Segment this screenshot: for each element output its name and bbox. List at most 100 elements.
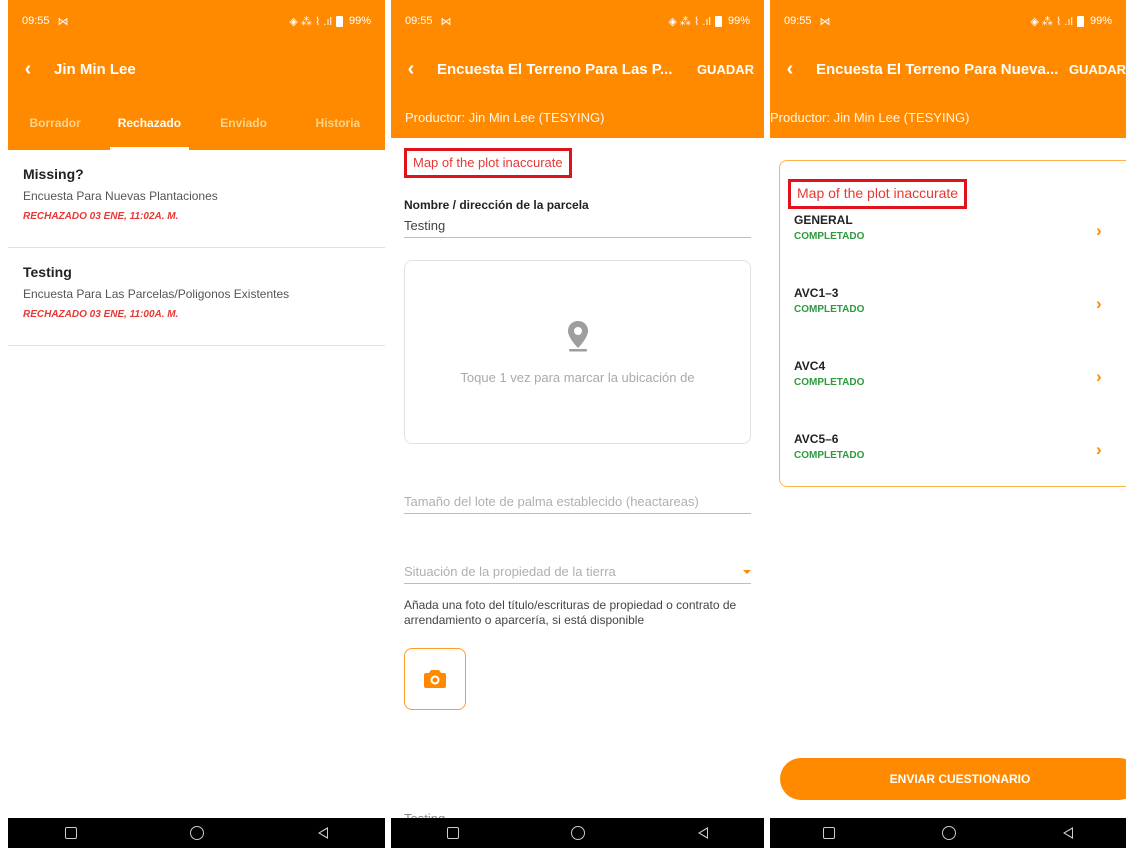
tab-historia[interactable]: Historia [291, 96, 385, 150]
chevron-left-icon: ‹ [407, 57, 415, 80]
section-avc4[interactable]: AVC4 COMPLETADO › [786, 359, 1126, 432]
chevron-right-icon: › [1096, 294, 1102, 313]
status-time: 09:55 [784, 15, 812, 27]
plot-form: Map of the plot inaccurate Nombre / dire… [391, 138, 764, 826]
survey-list: Missing? Encuesta Para Nuevas Plantacion… [8, 150, 385, 346]
page-title: Jin Min Lee [54, 60, 136, 78]
status-bar: 09:55 ⋈ ◈ ⁂ ⌇ .ıl 99% [8, 0, 385, 42]
plot-name-input[interactable]: Testing [404, 212, 751, 238]
section-title: AVC4 [794, 359, 826, 373]
notification-icon: ⋈ [57, 15, 69, 28]
camera-icon [424, 670, 446, 688]
section-title: AVC1–3 [794, 286, 839, 300]
battery-level: 99% [1089, 15, 1112, 27]
error-message: Map of the plot inaccurate [797, 185, 959, 201]
app-bar: ‹ Jin Min Lee [8, 42, 385, 96]
map-hint: Toque 1 vez para marcar la ubicación de [460, 369, 695, 385]
status-bar: 09:55 ⋈ ◈ ⁂ ⌇ .ıl 99% [391, 0, 764, 42]
screen-survey-sections: 09:55 ⋈ ◈ ⁂ ⌇ .ıl 99% ‹ Encuesta El Terren… [770, 0, 1126, 848]
system-nav-bar [770, 818, 1126, 848]
list-item[interactable]: Missing? Encuesta Para Nuevas Plantacion… [8, 150, 385, 248]
chevron-right-icon: › [1096, 440, 1102, 459]
battery-level: 99% [348, 15, 371, 27]
back-triangle-icon[interactable] [697, 827, 708, 839]
ownership-placeholder: Situación de la propiedad de la tierra [404, 564, 616, 579]
battery-icon [714, 15, 722, 27]
chevron-right-icon: › [1096, 367, 1102, 386]
sections-card: Map of the plot inaccurate GENERAL COMPL… [779, 160, 1126, 487]
error-message: Map of the plot inaccurate [413, 155, 563, 170]
section-status: COMPLETADO [794, 450, 865, 461]
save-button[interactable]: GUADAR [1059, 62, 1126, 77]
battery-icon [335, 15, 343, 27]
lot-size-placeholder: Tamaño del lote de palma establecido (he… [404, 494, 699, 509]
error-highlight: Map of the plot inaccurate [788, 179, 968, 209]
app-bar: ‹ Encuesta El Terreno Para Nueva... GUAD… [770, 42, 1126, 96]
chevron-left-icon: ‹ [786, 57, 794, 80]
section-avc1-3[interactable]: AVC1–3 COMPLETADO › [786, 286, 1126, 359]
status-time: 09:55 [405, 15, 433, 27]
producer-label: Productor: Jin Min Lee (TESYING) [391, 96, 764, 138]
item-title: Testing [23, 264, 72, 280]
list-item[interactable]: Testing Encuesta Para Las Parcelas/Polig… [8, 248, 385, 346]
back-triangle-icon[interactable] [1062, 827, 1073, 839]
tab-enviado[interactable]: Enviado [197, 96, 291, 150]
section-title: AVC5–6 [794, 432, 839, 446]
system-nav-bar [8, 818, 385, 848]
item-survey: Encuesta Para Las Parcelas/Poligonos Exi… [23, 287, 290, 301]
notification-icon: ⋈ [819, 15, 831, 28]
section-general[interactable]: GENERAL COMPLETADO › [786, 213, 1126, 286]
producer-label: Productor: Jin Min Lee (TESYING) [770, 96, 1126, 138]
system-nav-bar [391, 818, 764, 848]
signal-icons: ◈ ⁂ ⌇ .ıl [289, 15, 332, 28]
status-time: 09:55 [22, 15, 50, 27]
tab-rechazado[interactable]: Rechazado [102, 96, 196, 150]
section-title: GENERAL [794, 213, 853, 227]
home-icon[interactable] [190, 826, 205, 840]
back-button[interactable]: ‹ [770, 42, 810, 96]
location-pin-icon [567, 320, 588, 351]
recents-icon[interactable] [64, 827, 77, 839]
lot-size-input[interactable]: Tamaño del lote de palma establecido (he… [404, 494, 751, 514]
status-bar: 09:55 ⋈ ◈ ⁂ ⌇ .ıl 99% [770, 0, 1126, 42]
chevron-left-icon: ‹ [24, 57, 32, 80]
battery-icon [1076, 15, 1084, 27]
submit-survey-button[interactable]: ENVIAR CUESTIONARIO [780, 758, 1126, 800]
section-status: COMPLETADO [794, 231, 865, 242]
section-status: COMPLETADO [794, 304, 865, 315]
page-title: Encuesta El Terreno Para Las P... [437, 60, 673, 78]
item-status: RECHAZADO 03 ENE, 11:00A. M. [23, 309, 179, 320]
dropdown-caret-icon [743, 569, 751, 574]
page-title: Encuesta El Terreno Para Nueva... [816, 60, 1059, 78]
signal-icons: ◈ ⁂ ⌇ .ıl [668, 15, 711, 28]
recents-icon[interactable] [823, 827, 836, 839]
item-survey: Encuesta Para Nuevas Plantaciones [23, 189, 218, 203]
notification-icon: ⋈ [440, 15, 452, 28]
chevron-right-icon: › [1096, 221, 1102, 240]
camera-button[interactable] [404, 648, 466, 710]
home-icon[interactable] [941, 826, 956, 840]
tab-bar: Borrador Rechazado Enviado Historia [8, 96, 385, 150]
section-avc5-6[interactable]: AVC5–6 COMPLETADO › [786, 432, 1126, 505]
tab-borrador[interactable]: Borrador [8, 96, 102, 150]
home-icon[interactable] [571, 826, 586, 840]
save-button[interactable]: GUADAR [687, 62, 764, 77]
app-bar: ‹ Encuesta El Terreno Para Las P... GUAD… [391, 42, 764, 96]
map-picker[interactable]: Toque 1 vez para marcar la ubicación de [404, 260, 751, 444]
stage: 09:55 ⋈ ◈ ⁂ ⌇ .ıl 99% ‹ Jin Min Lee Borrad… [0, 0, 1126, 848]
battery-level: 99% [727, 15, 750, 27]
back-triangle-icon[interactable] [318, 827, 329, 839]
item-title: Missing? [23, 166, 84, 182]
back-button[interactable]: ‹ [391, 42, 431, 96]
screen-rejected-list: 09:55 ⋈ ◈ ⁂ ⌇ .ıl 99% ‹ Jin Min Lee Borrad… [8, 0, 385, 848]
recents-icon[interactable] [447, 827, 460, 839]
ownership-select[interactable]: Situación de la propiedad de la tierra [404, 564, 751, 584]
plot-name-label: Nombre / dirección de la parcela [404, 198, 589, 212]
screen-plot-form: 09:55 ⋈ ◈ ⁂ ⌇ .ıl 99% ‹ Encuesta El Terren… [391, 0, 764, 848]
photo-description: Añada una foto del título/escrituras de … [404, 598, 737, 627]
section-status: COMPLETADO [794, 377, 865, 388]
error-highlight: Map of the plot inaccurate [404, 148, 572, 178]
item-status: RECHAZADO 03 ENE, 11:02A. M. [23, 211, 179, 222]
signal-icons: ◈ ⁂ ⌇ .ıl [1030, 15, 1073, 28]
back-button[interactable]: ‹ [8, 42, 48, 96]
